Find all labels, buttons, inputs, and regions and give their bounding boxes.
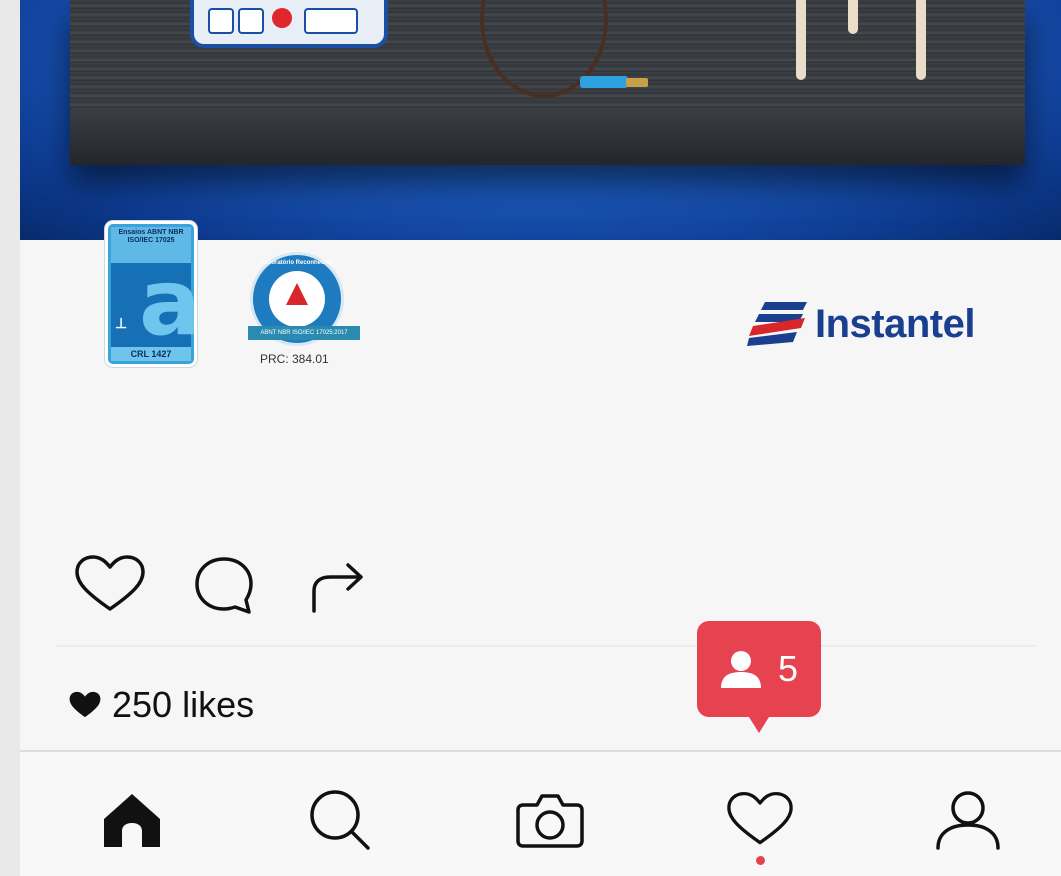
brand-logo-mark-icon xyxy=(747,300,809,348)
phone-screen: Ensaios ABNT NBR ISO/IEC 17025 a ⊥ CRL 1… xyxy=(20,0,1061,876)
heart-outline-icon xyxy=(75,555,145,611)
likes-row[interactable]: 250 likes xyxy=(68,684,254,726)
cable-connector xyxy=(626,78,648,87)
badge-code: CRL 1427 xyxy=(111,347,191,361)
tab-home[interactable] xyxy=(92,780,172,860)
seal-ring-text: Laboratório Reconhecido xyxy=(260,260,334,266)
tab-profile[interactable] xyxy=(928,780,1008,860)
activity-indicator-dot xyxy=(756,856,765,865)
activity-notification[interactable]: 5 xyxy=(697,621,821,733)
accreditation-badge: Ensaios ABNT NBR ISO/IEC 17025 a ⊥ CRL 1… xyxy=(105,221,201,367)
seal-band: ABNT NBR ISO/IEC 17025:2017 xyxy=(248,326,360,340)
comment-icon xyxy=(195,557,253,614)
user-icon xyxy=(720,651,761,688)
badge-mark-icon: ⊥ xyxy=(115,315,128,331)
seal-caption: PRC: 384.01 xyxy=(260,352,329,366)
seal-center xyxy=(269,271,325,327)
comment-button[interactable] xyxy=(189,555,259,615)
brand-name: Instantel xyxy=(815,301,975,346)
tab-camera[interactable] xyxy=(510,780,590,860)
ground-spike xyxy=(916,0,926,80)
badge-body: a ⊥ xyxy=(111,257,201,349)
monitor-device xyxy=(190,0,388,48)
shelf-edge xyxy=(70,110,1025,165)
tab-activity[interactable] xyxy=(720,780,800,860)
brand-logo: Instantel xyxy=(747,300,975,348)
search-icon xyxy=(310,790,370,850)
ground-spike xyxy=(848,0,858,34)
camera-icon xyxy=(516,794,584,848)
cable-plug xyxy=(580,76,628,88)
heart-icon xyxy=(727,791,793,845)
share-button[interactable] xyxy=(303,555,373,615)
post-image[interactable] xyxy=(20,0,1061,240)
bottom-nav xyxy=(20,750,1061,876)
badge-letter: a xyxy=(139,249,202,356)
like-button[interactable] xyxy=(75,555,145,615)
tab-search[interactable] xyxy=(300,780,380,860)
divider xyxy=(56,645,1037,647)
share-arrow-icon xyxy=(312,563,363,613)
post-actions xyxy=(75,555,373,615)
profile-icon xyxy=(936,791,1000,850)
likes-count: 250 likes xyxy=(112,684,255,725)
ground-spike xyxy=(796,0,806,80)
notification-count: 5 xyxy=(777,648,799,689)
heart-filled-icon xyxy=(69,691,101,718)
home-icon xyxy=(104,794,160,847)
seal-triangle-icon xyxy=(286,283,308,305)
